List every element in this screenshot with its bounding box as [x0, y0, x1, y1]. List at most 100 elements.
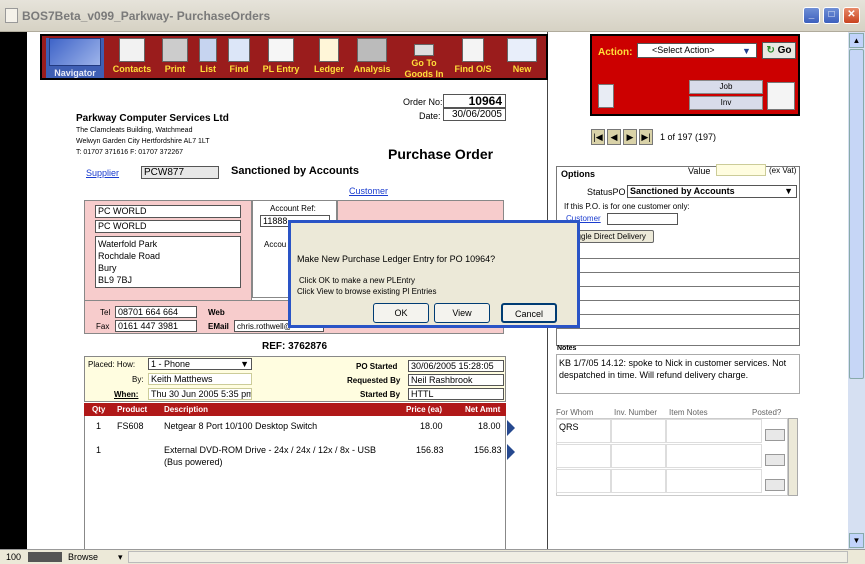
fax-field[interactable]: 0161 447 3981: [115, 320, 197, 332]
supplier-link[interactable]: Supplier: [86, 168, 119, 178]
dialog-cancel-button[interactable]: Cancel: [501, 303, 557, 323]
placed-how-select[interactable]: 1 - Phone ▼: [148, 358, 252, 370]
placed-when-label: When:: [114, 390, 139, 399]
inv-button[interactable]: Inv: [689, 96, 763, 110]
next-record-button[interactable]: ▶: [623, 129, 637, 145]
item-2-qty[interactable]: 1: [96, 445, 101, 455]
ledger-row-1-inv[interactable]: [611, 419, 666, 443]
ledger-row-2-posted[interactable]: [765, 454, 785, 466]
supplier-name-2[interactable]: PC WORLD: [95, 220, 241, 233]
inv-number-header: Inv. Number: [614, 408, 657, 417]
scroll-up-arrow-icon[interactable]: ▲: [849, 33, 864, 48]
customer-link[interactable]: Customer: [349, 186, 388, 196]
horizontal-scrollbar[interactable]: [128, 551, 848, 563]
close-button[interactable]: ✕: [843, 7, 860, 24]
ledger-row-3-posted[interactable]: [765, 479, 785, 491]
list-button[interactable]: List: [193, 38, 223, 78]
ledger-row-2-for[interactable]: [556, 444, 611, 468]
item-1-product[interactable]: FS608: [117, 421, 144, 431]
layout-icon[interactable]: [767, 82, 795, 110]
item-1-net: 18.00: [478, 421, 501, 431]
prev-record-button[interactable]: ◀: [607, 129, 621, 145]
find-os-button[interactable]: Find O/S: [450, 38, 496, 78]
action-panel: Action: <Select Action> ▼ ↻ Go Job Inv: [590, 34, 800, 116]
value-label: Value: [688, 166, 711, 176]
item-2-net: 156.83: [474, 445, 502, 455]
scroll-thumb[interactable]: [849, 49, 864, 379]
pl-entry-icon: [268, 38, 294, 62]
goods-in-button[interactable]: Go To Goods In: [400, 44, 448, 84]
contacts-icon: [119, 38, 145, 62]
ledger-row-3-for[interactable]: [556, 469, 611, 493]
ledger-row-3-inv[interactable]: [611, 469, 666, 493]
ledger-button[interactable]: Ledger: [310, 38, 348, 78]
goods-in-icon: [414, 44, 434, 56]
company-address-1: The Clamcleats Building, Watchmead: [76, 127, 193, 134]
placed-when-field[interactable]: Thu 30 Jun 2005 5:35 pm: [148, 388, 252, 400]
supplier-address-field[interactable]: Waterfold Park Rochdale Road Bury BL9 7B…: [95, 236, 241, 288]
item-1-description[interactable]: Netgear 8 Port 10/100 Desktop Switch: [164, 421, 317, 431]
analysis-button[interactable]: Analysis: [349, 38, 395, 78]
ledger-row-1-notes[interactable]: [666, 419, 762, 443]
supplier-name-1[interactable]: PC WORLD: [95, 205, 241, 218]
notes-field[interactable]: KB 1/7/05 14.12: spoke to Nick in custom…: [556, 354, 800, 394]
job-button[interactable]: Job: [689, 80, 763, 94]
placed-by-field[interactable]: Keith Matthews: [148, 373, 252, 385]
find-icon: [228, 38, 250, 62]
web-label: Web: [208, 308, 225, 317]
ledger-row-1-for[interactable]: QRS: [556, 419, 611, 443]
pl-entry-button[interactable]: PL Entry: [258, 38, 304, 78]
item-2-description[interactable]: External DVD-ROM Drive - 24x / 24x / 12x…: [164, 445, 376, 455]
ledger-row-2-notes[interactable]: [666, 444, 762, 468]
supplier-code-field[interactable]: PCW877: [141, 166, 219, 179]
dialog-ok-hint: Click OK to make a new PLEntry: [299, 276, 416, 285]
title-bar: BOS7Beta_v099_Parkway- PurchaseOrders _ …: [0, 0, 865, 32]
find-button[interactable]: Find: [224, 38, 254, 78]
dialog-view-button[interactable]: View: [434, 303, 490, 323]
mode-icons[interactable]: [28, 552, 62, 562]
options-customer-field[interactable]: [607, 213, 678, 225]
email-label: EMail: [208, 322, 229, 331]
item-1-qty[interactable]: 1: [96, 421, 101, 431]
go-button[interactable]: ↻ Go: [762, 42, 796, 59]
ledger-row-1-posted[interactable]: [765, 429, 785, 441]
zoom-level[interactable]: 100: [6, 552, 21, 562]
print-button[interactable]: Print: [158, 38, 192, 78]
mode-indicator[interactable]: Browse: [68, 552, 98, 562]
main-toolbar: Navigator Contacts Print List Find PL En…: [40, 34, 548, 80]
value-field[interactable]: [716, 164, 766, 176]
order-date-field[interactable]: 30/06/2005: [443, 108, 506, 121]
action-select[interactable]: <Select Action> ▼: [637, 43, 757, 58]
contacts-button[interactable]: Contacts: [108, 38, 156, 78]
ledger-row-3-notes[interactable]: [666, 469, 762, 493]
started-by-field[interactable]: HTTL: [408, 388, 504, 400]
item-1-price[interactable]: 18.00: [420, 421, 443, 431]
maximize-button[interactable]: □: [823, 7, 840, 24]
dialog-view-hint: Click View to browse existing Pl Entries: [297, 287, 437, 296]
record-counter: 1 of 197 (197): [660, 132, 717, 142]
dropdown-arrow-icon: ▼: [742, 46, 751, 56]
new-button[interactable]: New: [502, 38, 542, 78]
status-bar: 100 Browse ▾: [0, 549, 865, 564]
tel-field[interactable]: 08701 664 664: [115, 306, 197, 318]
po-started-field[interactable]: 30/06/2005 15:28:05: [408, 360, 504, 372]
navigator-button[interactable]: Navigator: [46, 38, 104, 78]
statuspo-select[interactable]: Sanctioned by Accounts ▼: [627, 185, 797, 198]
ledger-scrollbar[interactable]: [788, 418, 798, 496]
order-no-field[interactable]: 10964: [443, 94, 506, 108]
ledger-row-2-inv[interactable]: [611, 444, 666, 468]
last-record-button[interactable]: ▶|: [639, 129, 653, 145]
mode-dropdown-icon[interactable]: ▾: [118, 552, 123, 563]
requested-by-field[interactable]: Neil Rashbrook: [408, 374, 504, 386]
price-header: Price (ea): [406, 405, 443, 414]
first-record-button[interactable]: |◀: [591, 129, 605, 145]
statuspo-label: StatusPO: [587, 187, 626, 197]
calculator-icon[interactable]: [598, 84, 614, 108]
dialog-message: Make New Purchase Ledger Entry for PO 10…: [297, 254, 496, 264]
item-2-price[interactable]: 156.83: [416, 445, 444, 455]
account-ref-label: Account Ref:: [270, 204, 316, 213]
options-row: [556, 328, 800, 342]
scroll-down-arrow-icon[interactable]: ▼: [849, 533, 864, 548]
minimize-button[interactable]: _: [803, 7, 820, 24]
dialog-ok-button[interactable]: OK: [373, 303, 429, 323]
